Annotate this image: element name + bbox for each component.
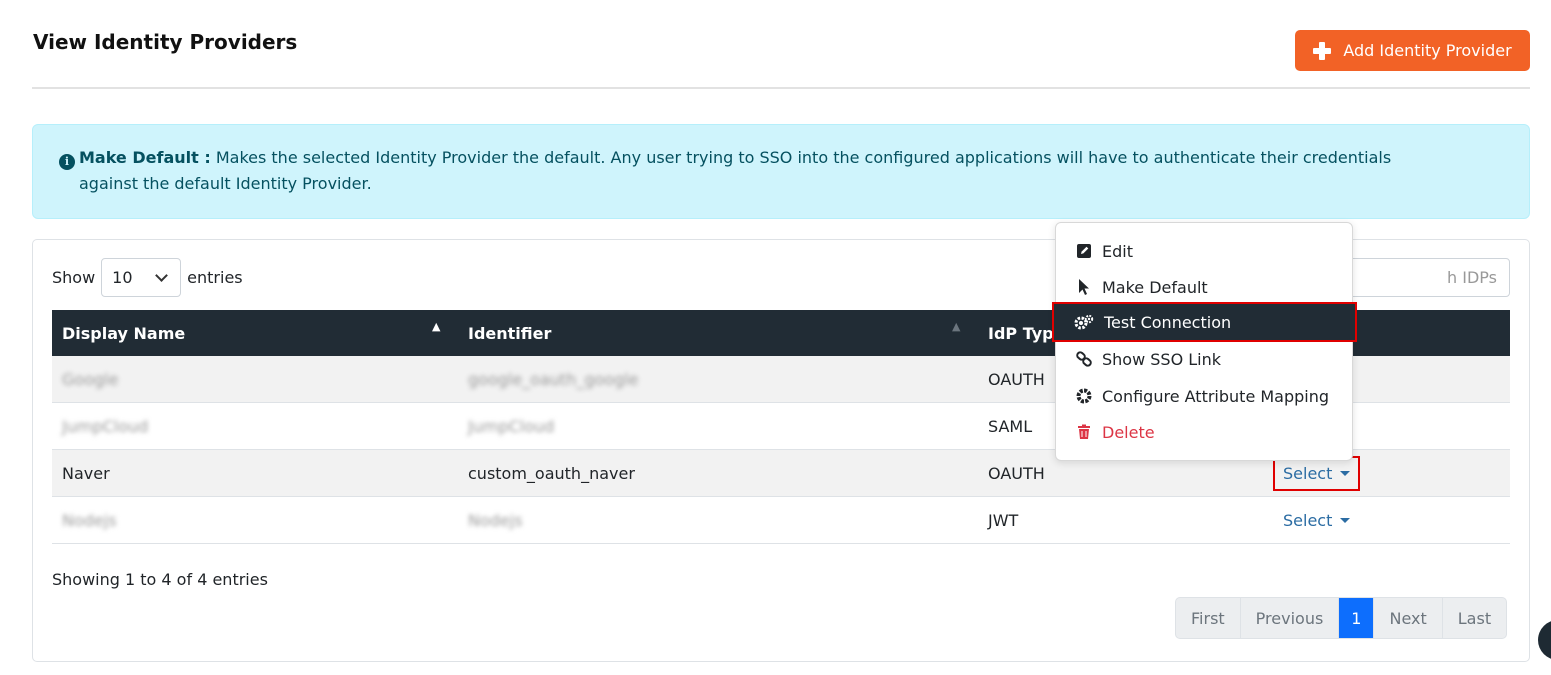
select-action-dropdown[interactable]: Select bbox=[1272, 456, 1361, 491]
select-label: Select bbox=[1283, 464, 1333, 483]
cell-display-name: Nodejs bbox=[62, 511, 117, 530]
entries-label: entries bbox=[187, 268, 243, 287]
header-divider bbox=[32, 87, 1530, 89]
info-alert: i Make Default : Makes the selected Iden… bbox=[32, 124, 1530, 219]
entries-value: 10 bbox=[112, 268, 133, 287]
column-header-display-name[interactable]: Display Name bbox=[62, 310, 185, 356]
cell-display-name: JumpCloud bbox=[62, 417, 149, 436]
caret-down-icon bbox=[1340, 471, 1351, 476]
actions-dropdown-menu: Edit Make Default Test Connection Show S… bbox=[1052, 222, 1357, 461]
alert-text: Make Default : Makes the selected Identi… bbox=[79, 145, 1419, 197]
select-action-dropdown[interactable]: Select bbox=[1283, 511, 1351, 530]
add-identity-provider-label: Add Identity Provider bbox=[1343, 41, 1512, 60]
pagination-previous[interactable]: Previous bbox=[1241, 598, 1340, 638]
cell-idp-type: OAUTH bbox=[988, 370, 1045, 389]
gear-icon bbox=[1076, 388, 1092, 404]
menu-item-delete[interactable]: Delete bbox=[1056, 414, 1352, 450]
link-icon bbox=[1076, 351, 1092, 367]
pagination-last[interactable]: Last bbox=[1443, 598, 1506, 638]
menu-item-test-connection[interactable]: Test Connection bbox=[1052, 302, 1357, 342]
cell-identifier: custom_oauth_naver bbox=[468, 464, 635, 483]
info-icon: i bbox=[59, 154, 75, 170]
cell-display-name: Google bbox=[62, 370, 119, 389]
cell-idp-type: JWT bbox=[988, 511, 1019, 530]
menu-item-make-default[interactable]: Make Default bbox=[1056, 269, 1352, 305]
menu-item-show-sso-link[interactable]: Show SSO Link bbox=[1056, 341, 1352, 377]
search-placeholder: h IDPs bbox=[1447, 268, 1497, 287]
table-info: Showing 1 to 4 of 4 entries bbox=[52, 570, 268, 589]
alert-description: Makes the selected Identity Provider the… bbox=[79, 148, 1392, 193]
entries-select[interactable]: 10 bbox=[101, 258, 182, 297]
show-label: Show bbox=[52, 268, 96, 287]
plus-icon bbox=[1313, 41, 1332, 60]
select-label: Select bbox=[1283, 511, 1333, 530]
column-header-idp-type[interactable]: IdP Typ bbox=[988, 310, 1054, 356]
cell-idp-type: OAUTH bbox=[988, 464, 1045, 483]
edit-icon bbox=[1076, 243, 1092, 259]
sort-icon[interactable]: ▲ bbox=[952, 320, 960, 333]
alert-label: Make Default : bbox=[79, 148, 211, 167]
page-title: View Identity Providers bbox=[33, 30, 298, 54]
column-header-identifier[interactable]: Identifier bbox=[468, 310, 551, 356]
chevron-down-icon bbox=[155, 268, 169, 282]
gears-icon bbox=[1074, 314, 1094, 330]
cell-identifier: Nodejs bbox=[468, 511, 523, 530]
pagination-page-1[interactable]: 1 bbox=[1339, 598, 1375, 638]
trash-icon bbox=[1076, 424, 1092, 440]
sort-asc-icon[interactable]: ▲ bbox=[432, 320, 440, 333]
caret-down-icon bbox=[1340, 518, 1351, 523]
add-identity-provider-button[interactable]: Add Identity Provider bbox=[1295, 30, 1530, 71]
cell-display-name: Naver bbox=[62, 464, 110, 483]
cell-idp-type: SAML bbox=[988, 417, 1033, 436]
cursor-icon bbox=[1076, 279, 1092, 295]
chat-widget-button[interactable] bbox=[1538, 620, 1551, 660]
cell-identifier: JumpCloud bbox=[468, 417, 555, 436]
table-row: Nodejs Nodejs JWT Select bbox=[52, 497, 1510, 544]
pagination: First Previous 1 Next Last bbox=[1175, 597, 1508, 639]
cell-identifier: google_oauth_google bbox=[468, 370, 639, 389]
pagination-first[interactable]: First bbox=[1176, 598, 1241, 638]
entries-length-control: Show 10 entries bbox=[52, 258, 243, 297]
menu-item-configure-attribute-mapping[interactable]: Configure Attribute Mapping bbox=[1056, 378, 1352, 414]
menu-item-edit[interactable]: Edit bbox=[1056, 233, 1352, 269]
pagination-next[interactable]: Next bbox=[1374, 598, 1443, 638]
